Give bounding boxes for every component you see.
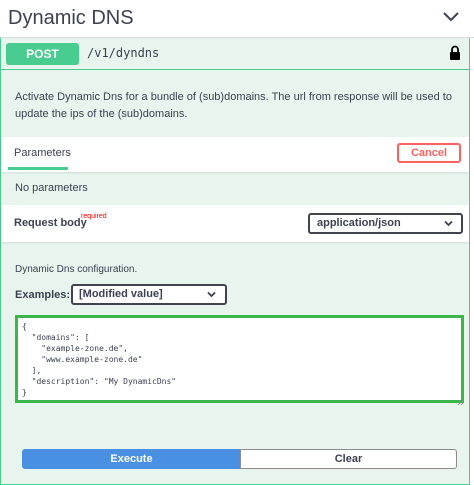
tag-title: Dynamic DNS xyxy=(8,7,134,29)
content-type-select[interactable]: application/json xyxy=(308,213,463,234)
clear-button[interactable]: Clear xyxy=(240,449,457,469)
tab-parameters[interactable]: Parameters xyxy=(14,147,71,159)
cancel-button[interactable]: Cancel xyxy=(397,143,461,163)
execute-button[interactable]: Execute xyxy=(22,449,241,469)
examples-value: [Modified value] xyxy=(79,288,163,300)
request-body-description: Dynamic Dns configuration. xyxy=(15,264,138,275)
operation-summary[interactable]: POST /v1/dyndns xyxy=(1,38,469,70)
no-parameters-text: No parameters xyxy=(15,182,88,194)
tag-header[interactable]: Dynamic DNS xyxy=(0,0,474,38)
parameters-header: Parameters Cancel xyxy=(1,137,469,172)
chevron-down-icon[interactable] xyxy=(442,10,460,24)
request-body-title: Request body xyxy=(14,217,87,229)
chevron-down-icon xyxy=(207,291,216,298)
chevron-down-icon xyxy=(444,220,453,227)
lock-icon[interactable] xyxy=(449,45,461,61)
request-body-header: Request body required application/json xyxy=(1,205,469,242)
resize-handle-icon[interactable] xyxy=(458,399,464,405)
examples-label: Examples: xyxy=(15,289,71,301)
required-badge: required xyxy=(81,213,107,220)
operation-description: Activate Dynamic Dns for a bundle of (su… xyxy=(15,91,452,120)
method-badge: POST xyxy=(6,43,79,65)
operation-path: /v1/dyndns xyxy=(87,46,160,60)
operation-block: POST /v1/dyndns Activate Dynamic Dns for… xyxy=(0,38,470,485)
examples-select[interactable]: [Modified value] xyxy=(71,284,227,305)
content-type-value: application/json xyxy=(317,217,401,229)
tab-active-indicator xyxy=(8,167,68,170)
request-body-editor[interactable]: { "domains": [ "example-zone.de", "www.e… xyxy=(15,315,464,403)
